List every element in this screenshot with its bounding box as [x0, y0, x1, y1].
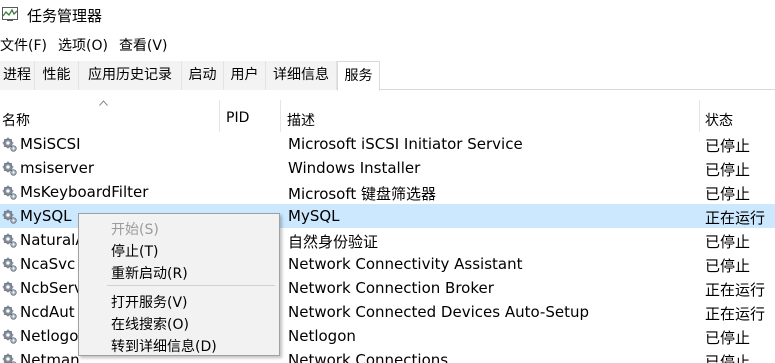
service-gear-icon [1, 184, 18, 201]
table-row[interactable]: msiserver Windows Installer 已停止 [0, 156, 775, 180]
menu-bar: 文件(F) 选项(O) 查看(V) [0, 35, 178, 57]
task-manager-icon [2, 7, 18, 21]
service-description: Netlogon [288, 327, 356, 345]
column-header-description[interactable]: 描述 [287, 110, 315, 130]
service-name: MSiSCSI [20, 135, 81, 153]
column-header-name[interactable]: 名称 [2, 110, 30, 130]
menu-view[interactable]: 查看(V) [119, 35, 171, 57]
table-header: 名称 PID 描述 状态 [0, 100, 775, 132]
service-name: NcaSvc [20, 255, 76, 273]
window-title: 任务管理器 [27, 7, 103, 25]
service-status: 已停止 [705, 353, 751, 363]
service-status: 已停止 [705, 329, 751, 347]
menu-open-services[interactable]: 打开服务(V) [111, 292, 188, 312]
service-status: 已停止 [705, 233, 751, 251]
service-name: NcbServ [20, 279, 83, 297]
tab-processes[interactable]: 进程 [0, 61, 35, 90]
tab-startup[interactable]: 启动 [182, 61, 224, 90]
service-description: Microsoft 键盘筛选器 [288, 185, 437, 203]
table-row[interactable]: MSiSCSI Microsoft iSCSI Initiator Service… [0, 132, 775, 156]
context-menu: 开始(S) 停止(T) 重新启动(R) 打开服务(V) 在线搜索(O) 转到详细… [78, 213, 280, 356]
service-description: Network Connectivity Assistant [288, 255, 523, 273]
service-name: Netlogo [20, 327, 79, 345]
tab-details[interactable]: 详细信息 [266, 61, 337, 90]
service-description: MySQL [288, 207, 340, 225]
tab-bar: 进程 性能 应用历史记录 启动 用户 详细信息 服务 [0, 61, 775, 91]
service-description: Network Connections [288, 351, 449, 363]
service-gear-icon [1, 208, 18, 225]
service-status: 正在运行 [705, 281, 766, 299]
service-status: 已停止 [705, 185, 751, 203]
service-description: Network Connected Devices Auto-Setup [288, 303, 589, 321]
service-status: 已停止 [705, 257, 751, 275]
service-gear-icon [1, 328, 18, 345]
service-gear-icon [1, 136, 18, 153]
service-gear-icon [1, 304, 18, 321]
sort-ascending-icon [99, 100, 108, 106]
service-description: Microsoft iSCSI Initiator Service [288, 135, 523, 153]
service-description: 自然身份验证 [288, 233, 379, 251]
menu-stop[interactable]: 停止(T) [111, 241, 158, 261]
menu-start[interactable]: 开始(S) [111, 219, 159, 239]
service-gear-icon [1, 352, 18, 363]
column-divider[interactable] [219, 100, 220, 132]
table-row[interactable]: MsKeyboardFilter Microsoft 键盘筛选器 已停止 [0, 180, 775, 204]
service-name: NcdAut [20, 303, 75, 321]
tab-app-history[interactable]: 应用历史记录 [79, 61, 182, 90]
tab-performance[interactable]: 性能 [35, 61, 79, 90]
menu-separator [107, 285, 275, 286]
menu-options[interactable]: 选项(O) [58, 35, 111, 57]
tab-services[interactable]: 服务 [337, 61, 380, 91]
service-gear-icon [1, 160, 18, 177]
service-name: msiserver [20, 159, 95, 177]
service-gear-icon [1, 280, 18, 297]
service-name: NaturalA [20, 231, 86, 249]
service-status: 正在运行 [705, 305, 766, 323]
service-name: Netman [20, 351, 80, 363]
service-description: Windows Installer [288, 159, 421, 177]
service-description: Network Connection Broker [288, 279, 494, 297]
tab-users[interactable]: 用户 [224, 61, 266, 90]
title-bar: 任务管理器 [0, 0, 775, 32]
menu-file[interactable]: 文件(F) [0, 35, 50, 57]
service-status: 已停止 [705, 161, 751, 179]
menu-restart[interactable]: 重新启动(R) [111, 263, 188, 283]
column-header-pid[interactable]: PID [226, 110, 249, 126]
menu-search-online[interactable]: 在线搜索(O) [111, 314, 189, 334]
service-status: 正在运行 [705, 209, 766, 227]
menu-goto-details[interactable]: 转到详细信息(D) [111, 336, 217, 356]
service-name: MySQL [20, 207, 72, 225]
column-header-status[interactable]: 状态 [705, 110, 733, 130]
service-gear-icon [1, 232, 18, 249]
service-gear-icon [1, 256, 18, 273]
column-divider[interactable] [280, 100, 281, 132]
service-status: 已停止 [705, 137, 751, 155]
column-divider[interactable] [699, 100, 700, 132]
service-name: MsKeyboardFilter [20, 183, 149, 201]
